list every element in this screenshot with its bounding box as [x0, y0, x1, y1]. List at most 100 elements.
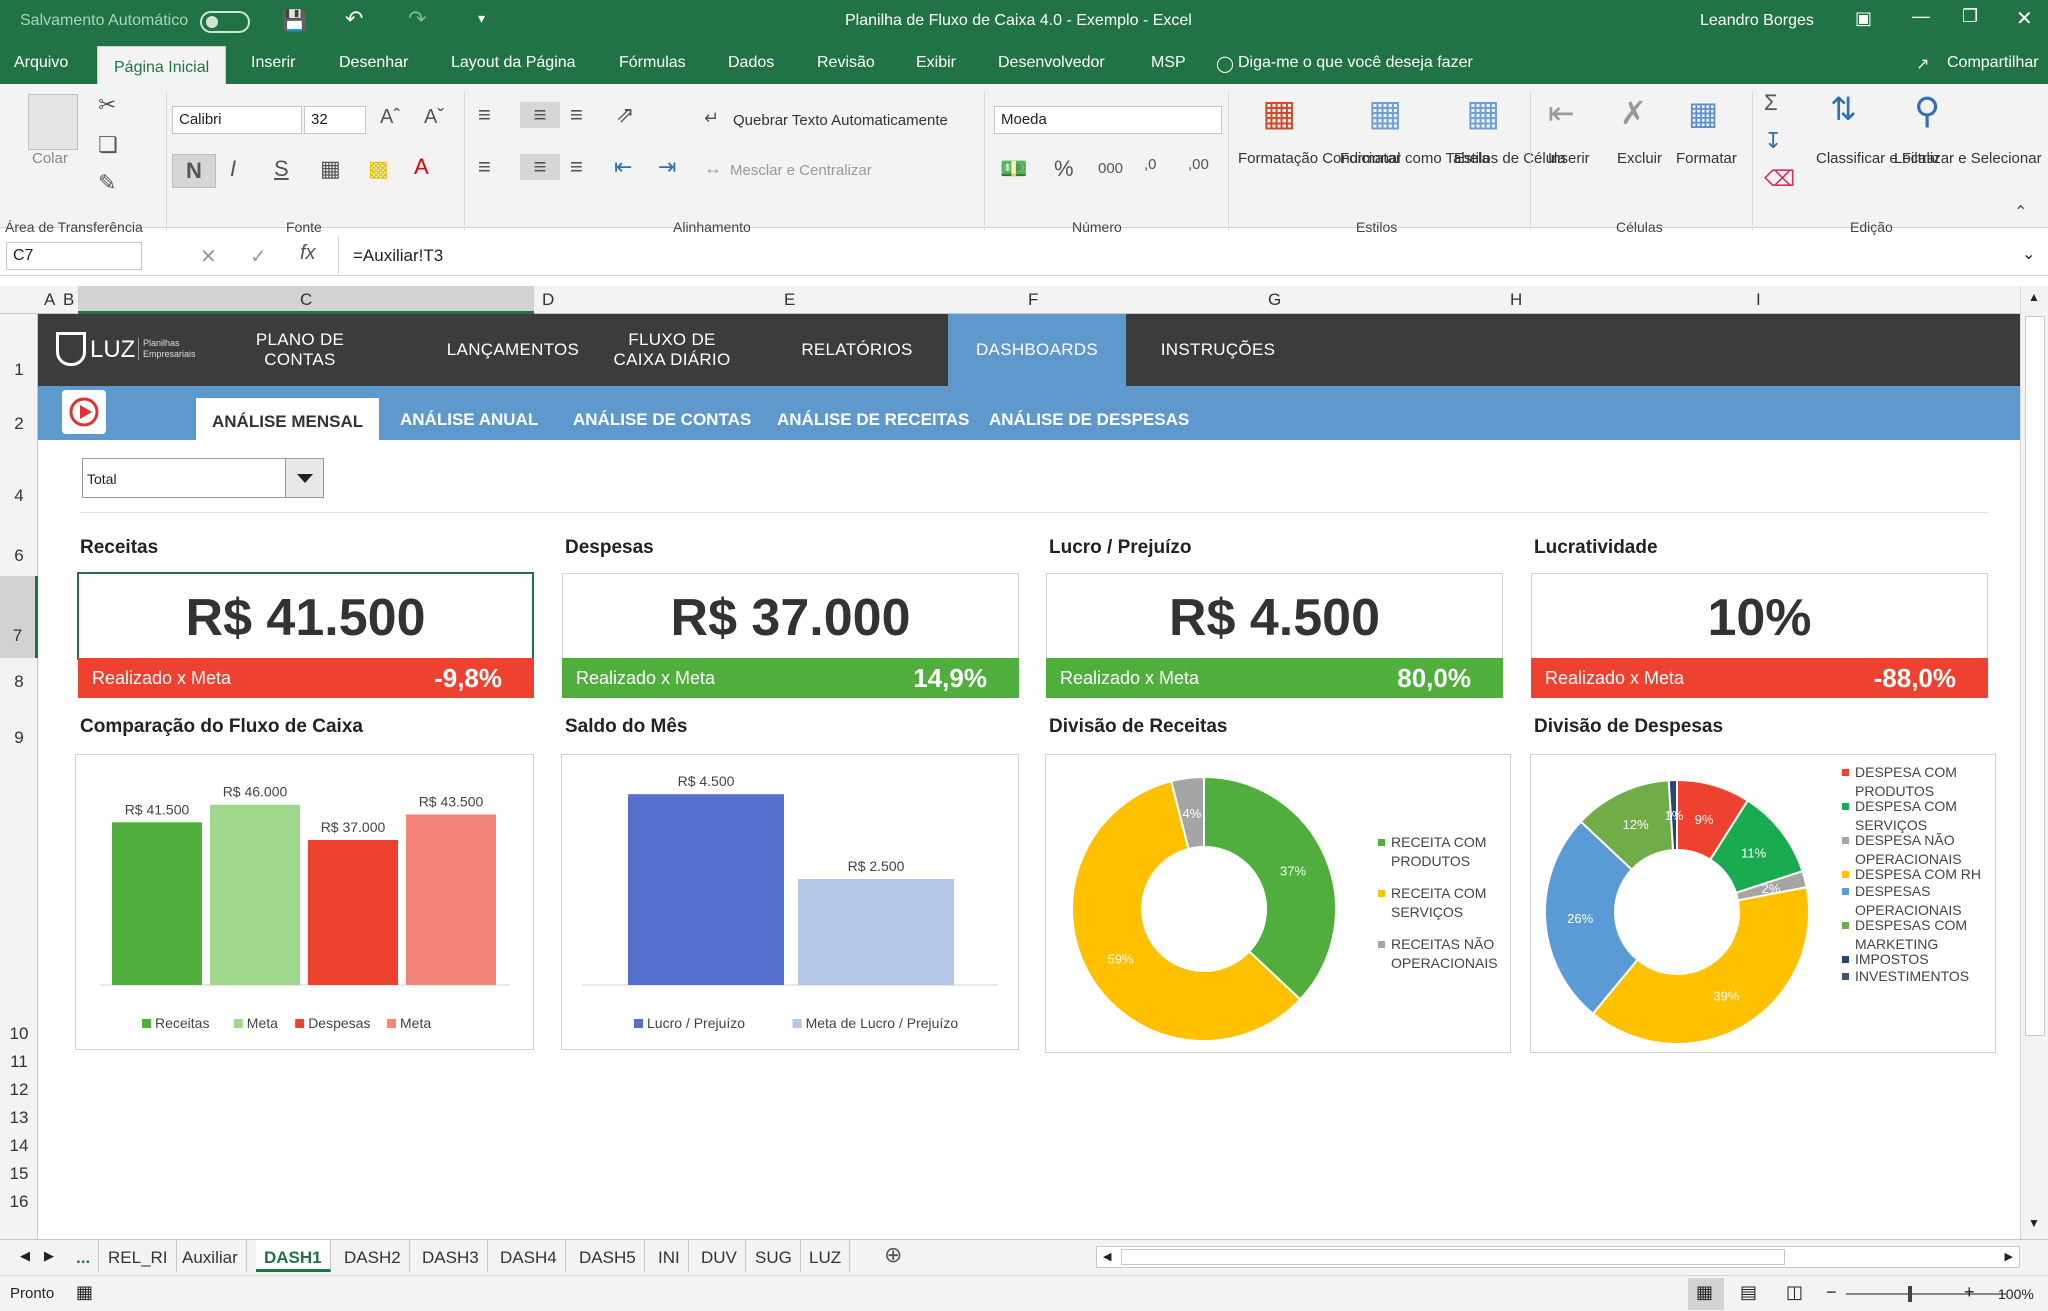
column-header-h[interactable]: H [1510, 290, 1522, 310]
insert-cells-icon[interactable]: ⇤ [1548, 94, 1575, 132]
format-painter-icon[interactable]: ✎ [98, 170, 116, 196]
add-sheet-icon[interactable]: ⊕ [884, 1242, 902, 1268]
find-select-icon[interactable]: ⚲ [1914, 90, 1940, 132]
percent-icon[interactable]: % [1054, 156, 1074, 182]
zoom-in-icon[interactable]: + [1964, 1282, 1975, 1303]
align-middle-icon[interactable]: ≡ [520, 102, 560, 128]
cut-icon[interactable]: ✂ [98, 92, 116, 118]
chart-comparacao-fluxo[interactable]: R$ 41.500 R$ 46.000 R$ 37.000 R$ 43.500 Rece… [75, 754, 534, 1050]
zoom-slider-thumb[interactable] [1908, 1286, 1912, 1302]
column-header-d[interactable]: D [542, 290, 554, 310]
delete-cells-button[interactable]: Excluir [1617, 150, 1662, 167]
scroll-right-icon[interactable]: ▶ [2005, 1250, 2013, 1263]
sheet-tab-dash5[interactable]: DASH5 [571, 1240, 645, 1272]
align-center-icon[interactable]: ≡ [520, 154, 560, 180]
column-header-e[interactable]: E [784, 290, 795, 310]
sheet-tab-more[interactable]: ... [68, 1240, 100, 1272]
autosum-icon[interactable]: Σ [1764, 90, 1778, 116]
tab-pagina-inicial[interactable]: Página Inicial [97, 46, 227, 84]
sheet-tab-rel-ri[interactable]: REL_RI [100, 1240, 177, 1272]
sheet-tab-dash1[interactable]: DASH1 [256, 1240, 331, 1272]
tab-revisao[interactable]: Revisão [817, 54, 875, 72]
tab-desenhar[interactable]: Desenhar [339, 54, 408, 72]
align-left-icon[interactable]: ≡ [478, 154, 491, 180]
scroll-left-icon[interactable]: ◀ [1103, 1250, 1111, 1263]
format-table-icon[interactable]: ▦ [1368, 92, 1402, 134]
subtab-analise-mensal[interactable]: ANÁLISE MENSAL [196, 398, 380, 440]
tab-dados[interactable]: Dados [728, 54, 774, 72]
normal-view-button[interactable]: ▦ [1688, 1278, 1724, 1310]
redo-icon[interactable]: ↷ [408, 6, 426, 32]
sheet-tab-ini[interactable]: INI [650, 1240, 689, 1272]
close-icon[interactable]: ✕ [2016, 6, 2033, 31]
format-cells-icon[interactable]: ▦ [1688, 94, 1718, 132]
sheet-tab-dash3[interactable]: DASH3 [414, 1240, 488, 1272]
column-header-g[interactable]: G [1268, 290, 1281, 310]
increase-decimal-icon[interactable]: ,0 [1144, 156, 1157, 173]
nav-plano-de-contas[interactable]: PLANO DE CONTAS [234, 314, 366, 386]
column-header-b[interactable]: B [63, 290, 74, 310]
nav-relatorios[interactable]: RELATÓRIOS [792, 314, 922, 386]
row-header[interactable]: 11 [0, 1052, 38, 1072]
sheet-tab-auxiliar[interactable]: Auxiliar [174, 1240, 247, 1272]
kpi-value-lucro[interactable]: R$ 4.500 [1046, 573, 1503, 661]
row-header[interactable]: 12 [0, 1080, 38, 1100]
chart-divisao-receitas[interactable]: 37% 59% 4% RECEITA COM PRODUTOS RECEITA COM SE… [1045, 754, 1511, 1053]
page-layout-icon[interactable]: ▤ [1740, 1282, 1757, 1303]
share-button[interactable]: Compartilhar [1947, 54, 2039, 72]
cancel-icon[interactable]: ✕ [200, 244, 217, 269]
horizontal-scroll-thumb[interactable] [1121, 1249, 1785, 1265]
scroll-down-icon[interactable]: ▼ [2028, 1216, 2040, 1230]
minimize-icon[interactable]: — [1912, 6, 1930, 27]
undo-icon[interactable]: ↶ [345, 6, 363, 32]
collapse-ribbon-icon[interactable]: ⌃ [2014, 202, 2027, 222]
filter-dropdown[interactable]: Total [82, 458, 324, 498]
chart-divisao-despesas[interactable]: 9% 11% 2% 39% 26% 12% 1% DESPESA COM PRODUTOS DES… [1530, 754, 1996, 1053]
fill-down-icon[interactable]: ↧ [1764, 128, 1782, 154]
horizontal-scrollbar[interactable]: ◀ ▶ [1096, 1246, 2020, 1268]
row-header[interactable]: 9 [0, 728, 38, 748]
bold-button[interactable]: N [172, 154, 216, 188]
copy-icon[interactable]: ❏ [98, 132, 118, 158]
insert-function-icon[interactable]: fx [300, 242, 316, 265]
find-select-button[interactable]: Localizar e Selecionar [1894, 148, 2042, 169]
row-header[interactable]: 13 [0, 1108, 38, 1128]
sheet-tab-dash4[interactable]: DASH4 [492, 1240, 566, 1272]
subtab-analise-receitas[interactable]: ANÁLISE DE RECEITAS [777, 410, 969, 430]
wrap-text-icon[interactable]: ↵ [704, 108, 719, 129]
tab-exibir[interactable]: Exibir [916, 54, 956, 72]
decrease-indent-icon[interactable]: ⇤ [614, 154, 632, 180]
page-break-icon[interactable]: ◫ [1786, 1282, 1803, 1303]
ribbon-display-icon[interactable]: ▣ [1855, 8, 1872, 29]
row-header[interactable]: 15 [0, 1164, 38, 1184]
shrink-font-icon[interactable]: Aˇ [424, 106, 444, 129]
kpi-value-despesas[interactable]: R$ 37.000 [562, 573, 1019, 661]
prev-sheet-icon[interactable]: ◀ [20, 1248, 30, 1264]
row-header[interactable]: 8 [0, 672, 38, 692]
dropdown-arrow-icon[interactable] [285, 459, 323, 497]
subtab-analise-contas[interactable]: ANÁLISE DE CONTAS [573, 410, 751, 430]
insert-cells-button[interactable]: Inserir [1548, 150, 1590, 167]
zoom-slider[interactable] [1846, 1286, 2006, 1302]
row-header[interactable]: 1 [0, 360, 38, 380]
tab-msp[interactable]: MSP [1151, 54, 1186, 72]
tab-arquivo[interactable]: Arquivo [14, 54, 68, 72]
zoom-out-icon[interactable]: − [1826, 1282, 1837, 1303]
orientation-icon[interactable]: ⇗ [616, 102, 634, 128]
borders-icon[interactable]: ▦ [320, 156, 341, 182]
paste-label[interactable]: Colar [32, 150, 68, 167]
tell-me-input[interactable]: Diga-me o que você deseja fazer [1238, 54, 1473, 72]
row-header[interactable]: 6 [0, 546, 38, 566]
align-bottom-icon[interactable]: ≡ [570, 102, 583, 128]
row-header[interactable]: 14 [0, 1136, 38, 1156]
nav-fluxo-de-caixa[interactable]: FLUXO DE CAIXA DIÁRIO [602, 314, 742, 386]
underline-button[interactable]: S [274, 156, 289, 182]
user-name[interactable]: Leandro Borges [1700, 12, 1814, 30]
macro-record-icon[interactable]: ▦ [76, 1282, 93, 1303]
decrease-decimal-icon[interactable]: ,00 [1188, 156, 1209, 173]
row-header[interactable]: 16 [0, 1192, 38, 1212]
kpi-value-receitas[interactable]: R$ 41.500 [77, 572, 534, 660]
enter-icon[interactable]: ✓ [250, 244, 267, 269]
column-header-a[interactable]: A [44, 290, 55, 310]
subtab-analise-anual[interactable]: ANÁLISE ANUAL [400, 410, 538, 430]
